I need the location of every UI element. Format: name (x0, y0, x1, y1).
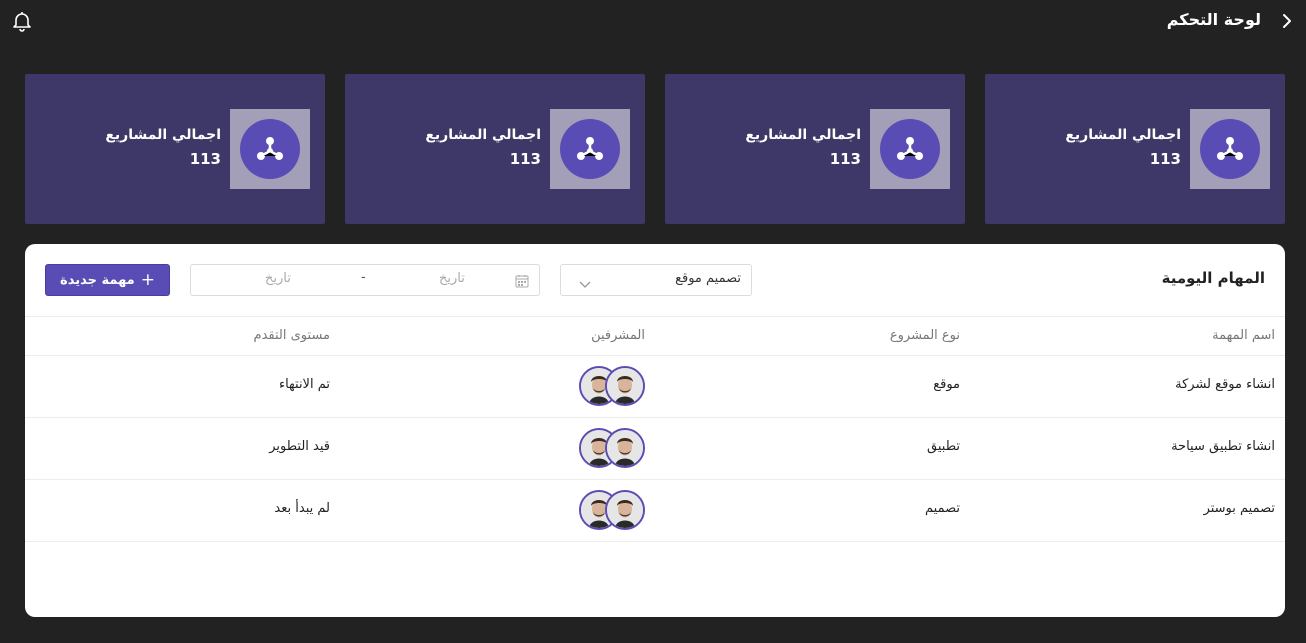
project-type: موقع (933, 377, 960, 392)
task-name: تصميم بوستر (1203, 501, 1275, 516)
projects-network-icon (240, 119, 300, 179)
new-task-button[interactable]: + مهمة جديدة (45, 264, 170, 296)
back-chevron-icon[interactable] (1278, 11, 1296, 31)
project-type-select[interactable]: تصميم موقع (560, 264, 752, 296)
date-separator: - (361, 270, 366, 285)
project-type: تطبيق (927, 439, 960, 454)
card-title: اجمالي المشاريع (1065, 127, 1181, 143)
card-icon-box (230, 109, 310, 189)
daily-tasks-panel: المهام اليومية تصميم موقع تاريخ - تاريخ … (25, 244, 1285, 617)
notification-bell-icon[interactable] (10, 9, 34, 33)
page-title: لوحة التحكم (1166, 10, 1261, 29)
col-progress: مستوى التقدم (253, 328, 330, 343)
projects-network-icon (1200, 119, 1260, 179)
calendar-icon[interactable] (515, 273, 529, 288)
supervisor-avatars (579, 428, 645, 468)
project-type: تصميم (925, 501, 960, 516)
card-icon-box (1190, 109, 1270, 189)
chevron-down-icon (579, 274, 593, 288)
card-title: اجمالي المشاريع (745, 127, 861, 143)
task-name: انشاء تطبيق سياحة (1171, 439, 1275, 454)
card-value: 113 (829, 150, 861, 168)
card-value: 113 (509, 150, 541, 168)
date-range-picker[interactable]: تاريخ - تاريخ (190, 264, 540, 296)
card-icon-box (870, 109, 950, 189)
col-supervisors: المشرفين (591, 328, 645, 343)
stat-card: اجمالي المشاريع 113 (345, 74, 645, 224)
progress-status: تم الانتهاء (278, 377, 330, 392)
avatar[interactable] (605, 490, 645, 530)
top-bar: لوحة التحكم (0, 0, 1306, 44)
projects-network-icon (880, 119, 940, 179)
table-row[interactable]: تصميم بوستر تصميم لم يبدأ بعد (25, 480, 1285, 542)
avatar[interactable] (605, 366, 645, 406)
table-row[interactable]: انشاء موقع لشركة موقع تم الانتهاء (25, 356, 1285, 418)
col-project-type: نوع المشروع (889, 328, 960, 343)
supervisor-avatars (579, 366, 645, 406)
table-header: اسم المهمة نوع المشروع المشرفين مستوى ال… (25, 316, 1285, 356)
table-row[interactable]: انشاء تطبيق سياحة تطبيق قيد التطوير (25, 418, 1285, 480)
stat-card: اجمالي المشاريع 113 (665, 74, 965, 224)
card-icon-box (550, 109, 630, 189)
select-value: تصميم موقع (675, 271, 741, 286)
date-start-input[interactable]: تاريخ (439, 271, 465, 286)
card-value: 113 (189, 150, 221, 168)
card-title: اجمالي المشاريع (425, 127, 541, 143)
projects-network-icon (560, 119, 620, 179)
panel-title: المهام اليومية (1161, 269, 1265, 287)
plus-icon: + (140, 269, 155, 290)
stat-card: اجمالي المشاريع 113 (985, 74, 1285, 224)
avatar[interactable] (605, 428, 645, 468)
stat-card: اجمالي المشاريع 113 (25, 74, 325, 224)
col-task-name: اسم المهمة (1212, 328, 1275, 343)
new-task-label: مهمة جديدة (60, 272, 135, 288)
task-name: انشاء موقع لشركة (1175, 377, 1275, 392)
card-title: اجمالي المشاريع (105, 127, 221, 143)
supervisor-avatars (579, 490, 645, 530)
card-value: 113 (1149, 150, 1181, 168)
progress-status: قيد التطوير (269, 439, 330, 454)
progress-status: لم يبدأ بعد (274, 501, 330, 516)
date-end-input[interactable]: تاريخ (265, 271, 291, 286)
